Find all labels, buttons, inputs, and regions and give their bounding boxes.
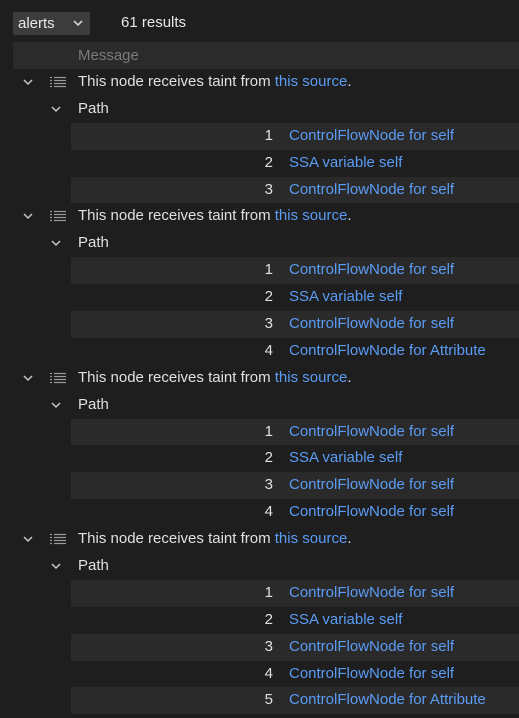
step-number: 4 <box>264 664 273 682</box>
path-step-row[interactable]: 4 ControlFlowNode for Attribute <box>0 338 519 365</box>
path-step-row[interactable]: 3 ControlFlowNode for self <box>0 633 519 661</box>
step-link[interactable]: ControlFlowNode for self <box>289 311 454 338</box>
path-step-row[interactable]: 2 SSA variable self <box>0 445 519 472</box>
chevron-down-icon[interactable] <box>49 236 63 250</box>
path-step-row[interactable]: 1 ControlFlowNode for self <box>0 579 519 607</box>
path-row[interactable]: Path <box>0 96 519 123</box>
step-link[interactable]: SSA variable self <box>289 607 402 634</box>
chevron-down-icon[interactable] <box>49 559 63 573</box>
step-number: 4 <box>264 503 273 521</box>
step-number: 1 <box>264 422 273 440</box>
step-number: 2 <box>264 610 273 628</box>
path-step-row[interactable]: 3 ControlFlowNode for self <box>0 472 519 500</box>
step-link[interactable]: ControlFlowNode for self <box>289 257 454 284</box>
alert-message-suffix: . <box>347 368 352 386</box>
step-link[interactable]: ControlFlowNode for self <box>289 580 454 607</box>
alert-message: This node receives taint from this sourc… <box>78 69 351 96</box>
step-number: 1 <box>264 126 273 144</box>
source-link[interactable]: this source <box>275 530 348 547</box>
table-header: Message <box>13 42 519 69</box>
step-link[interactable]: ControlFlowNode for Attribute <box>289 687 486 714</box>
alert-row[interactable]: This node receives taint from this sourc… <box>0 526 519 553</box>
alert-message-suffix: . <box>347 530 352 548</box>
view-select-value: alerts <box>18 15 55 32</box>
toolbar: alerts 61 results <box>0 0 519 42</box>
step-number: 3 <box>264 637 273 655</box>
step-number: 3 <box>264 315 273 333</box>
step-number: 1 <box>264 261 273 279</box>
alert-message-text: This node receives taint from <box>78 530 275 548</box>
alert-message-text: This node receives taint from <box>78 368 275 386</box>
source-link[interactable]: this source <box>275 207 348 224</box>
step-number: 1 <box>264 583 273 601</box>
step-link[interactable]: ControlFlowNode for Attribute <box>289 338 486 365</box>
result-count: 61 results <box>121 14 187 31</box>
alert-row[interactable]: This node receives taint from this sourc… <box>0 365 519 392</box>
results-tree: This node receives taint from this sourc… <box>0 69 519 715</box>
path-label: Path <box>78 234 109 252</box>
step-number: 2 <box>264 153 273 171</box>
path-step-row[interactable]: 5 ControlFlowNode for Attribute <box>0 687 519 715</box>
chevron-down-icon[interactable] <box>21 209 35 223</box>
step-number: 5 <box>264 691 273 709</box>
path-step-row[interactable]: 4 ControlFlowNode for self <box>0 499 519 526</box>
path-label: Path <box>78 395 109 413</box>
list-icon <box>50 76 66 88</box>
path-row[interactable]: Path <box>0 392 519 419</box>
alert-message-suffix: . <box>347 207 352 225</box>
step-number: 2 <box>264 288 273 306</box>
list-icon <box>50 211 66 222</box>
message-column-header[interactable]: Message <box>78 47 139 64</box>
alert-message: This node receives taint from this sourc… <box>78 203 351 230</box>
source-link[interactable]: this source <box>275 369 348 386</box>
step-link[interactable]: SSA variable self <box>289 445 402 472</box>
source-link[interactable]: this source <box>275 73 348 90</box>
path-row[interactable]: Path <box>0 230 519 257</box>
alert-row[interactable]: This node receives taint from this sourc… <box>0 69 519 96</box>
step-number: 3 <box>264 476 273 494</box>
path-label: Path <box>78 557 109 575</box>
path-step-row[interactable]: 2 SSA variable self <box>0 607 519 634</box>
chevron-down-icon <box>73 20 83 27</box>
chevron-down-icon[interactable] <box>21 371 35 385</box>
step-link[interactable]: ControlFlowNode for self <box>289 634 454 661</box>
step-link[interactable]: ControlFlowNode for self <box>289 472 454 499</box>
path-step-row[interactable]: 3 ControlFlowNode for self <box>0 311 519 338</box>
path-step-row[interactable]: 1 ControlFlowNode for self <box>0 122 519 150</box>
step-link[interactable]: ControlFlowNode for self <box>289 177 454 204</box>
alert-message: This node receives taint from this sourc… <box>78 526 351 553</box>
chevron-down-icon[interactable] <box>21 75 35 89</box>
list-icon <box>50 372 66 383</box>
step-link[interactable]: ControlFlowNode for self <box>289 661 454 688</box>
path-step-row[interactable]: 2 SSA variable self <box>0 284 519 311</box>
step-link[interactable]: ControlFlowNode for self <box>289 123 454 150</box>
alert-message: This node receives taint from this sourc… <box>78 365 351 392</box>
path-step-row[interactable]: 1 ControlFlowNode for self <box>0 257 519 285</box>
view-select[interactable]: alerts <box>13 12 90 35</box>
path-row[interactable]: Path <box>0 553 519 580</box>
chevron-down-icon[interactable] <box>21 532 35 546</box>
chevron-down-icon[interactable] <box>49 102 63 116</box>
alert-row[interactable]: This node receives taint from this sourc… <box>0 203 519 230</box>
path-step-row[interactable]: 2 SSA variable self <box>0 150 519 177</box>
step-number: 4 <box>264 341 273 359</box>
alert-message-suffix: . <box>347 73 352 90</box>
list-icon <box>50 534 66 545</box>
step-link[interactable]: SSA variable self <box>289 150 402 177</box>
path-step-row[interactable]: 3 ControlFlowNode for self <box>0 176 519 204</box>
alert-message-text: This node receives taint from <box>78 207 275 225</box>
path-step-row[interactable]: 1 ControlFlowNode for self <box>0 418 519 446</box>
chevron-down-icon[interactable] <box>49 398 63 412</box>
path-step-row[interactable]: 4 ControlFlowNode for self <box>0 661 519 688</box>
alert-message-text: This node receives taint from <box>78 73 275 90</box>
step-link[interactable]: SSA variable self <box>289 284 402 311</box>
path-label: Path <box>78 99 109 117</box>
step-number: 2 <box>264 449 273 467</box>
step-link[interactable]: ControlFlowNode for self <box>289 499 454 526</box>
step-link[interactable]: ControlFlowNode for self <box>289 419 454 446</box>
step-number: 3 <box>264 180 273 198</box>
